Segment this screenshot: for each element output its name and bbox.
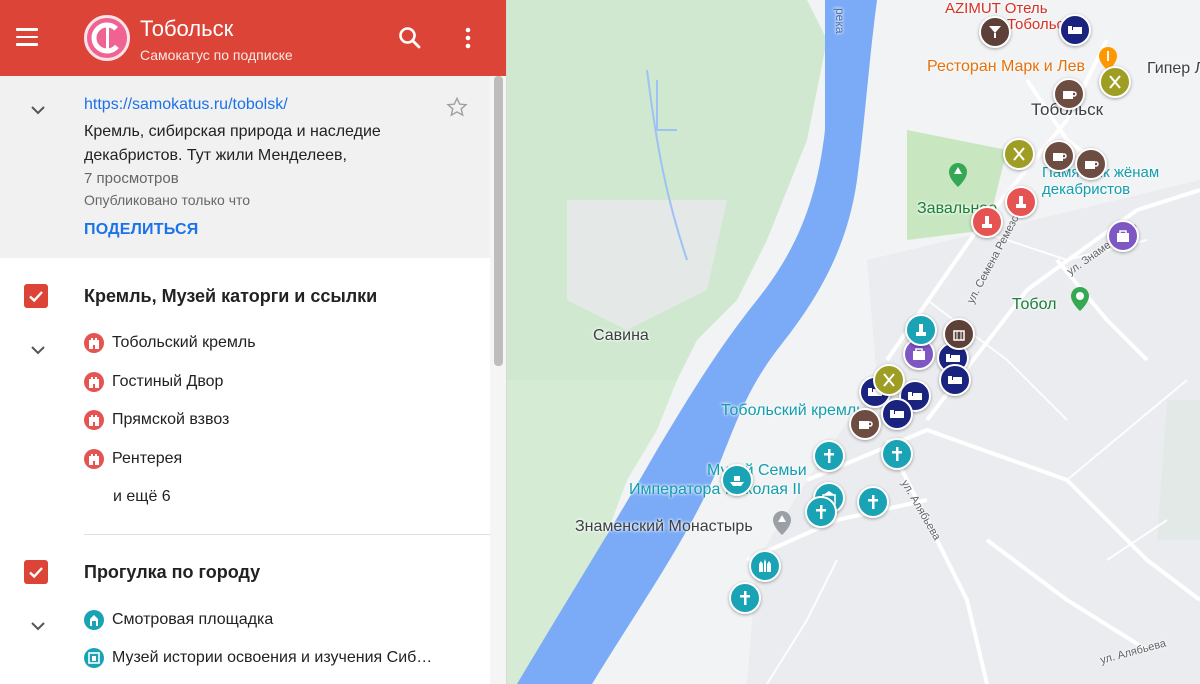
list-item[interactable]: Гостиный Двор — [84, 369, 464, 397]
layer-checkbox[interactable] — [24, 284, 48, 308]
layer-collapse-chevron-icon[interactable] — [28, 616, 48, 636]
layer-title[interactable]: Прогулка по городу — [84, 562, 260, 583]
share-button[interactable]: ПОДЕЛИТЬСЯ — [84, 221, 198, 239]
food-marker[interactable] — [1099, 66, 1131, 98]
list-item-label: Смотровая площадка — [112, 611, 274, 628]
river-label: река — [833, 8, 847, 34]
food-marker[interactable] — [873, 364, 905, 396]
kremlin-marker[interactable] — [749, 550, 781, 582]
list-item[interactable]: Смотровая площадка — [84, 607, 464, 635]
kremlin-label: Тобольский кремль — [721, 402, 865, 419]
map-title: Тобольск — [140, 16, 234, 41]
park-poi-icon[interactable] — [1067, 286, 1093, 312]
monastery-poi-icon[interactable] — [769, 510, 795, 536]
brand-logo — [84, 15, 130, 61]
viewpoint-icon — [84, 610, 104, 630]
list-item-label: Тобольский кремль — [112, 334, 256, 351]
layer-collapse-chevron-icon[interactable] — [28, 340, 48, 360]
map-url-link[interactable]: https://samokatus.ru/tobolsk/ — [84, 96, 288, 114]
fortress-icon — [84, 449, 104, 469]
fortress-icon — [84, 333, 104, 353]
list-item-label: Музей истории освоения и изучения Сиб… — [112, 649, 433, 666]
panel-content: https://samokatus.ru/tobolsk/ Кремль, си… — [0, 76, 490, 684]
published-status: Опубликовано только что — [84, 192, 251, 208]
monument-marker[interactable] — [1005, 186, 1037, 218]
boat-marker[interactable] — [721, 464, 753, 496]
cafe-marker[interactable] — [1053, 78, 1085, 110]
museum-icon — [84, 648, 104, 668]
bar-marker[interactable] — [979, 16, 1011, 48]
list-item-label: Гостиный Двор — [112, 373, 224, 390]
church-marker[interactable] — [857, 486, 889, 518]
hotel-label: AZIMUT Отель — [945, 0, 1048, 17]
monastery-label: Знаменский Монастырь — [575, 518, 753, 535]
park-tobol-label: Тобол — [1012, 296, 1057, 313]
list-item[interactable]: Рентерея — [84, 446, 464, 474]
park-poi-icon[interactable] — [945, 162, 971, 188]
list-item-label: Рентерея — [112, 450, 183, 467]
layer-checkbox[interactable] — [24, 560, 48, 584]
monument-marker[interactable] — [905, 314, 937, 346]
app-root: Тобольск Самокатус по подписке https://s… — [0, 0, 1200, 684]
fortress-icon — [84, 372, 104, 392]
church-marker[interactable] — [729, 582, 761, 614]
list-item[interactable]: Прямской взвоз — [84, 407, 464, 435]
village-label: Савина — [593, 327, 649, 344]
collapse-chevron-icon[interactable] — [28, 100, 48, 120]
hotel-marker[interactable] — [881, 398, 913, 430]
church-marker[interactable] — [805, 496, 837, 528]
church-marker[interactable] — [881, 438, 913, 470]
cafe-marker[interactable] — [849, 408, 881, 440]
monument-label-line2: декабристов — [1042, 181, 1131, 198]
app-header: Тобольск Самокатус по подписке — [0, 0, 506, 76]
more-options-icon[interactable] — [454, 24, 482, 52]
shop-marker[interactable] — [1107, 220, 1139, 252]
side-panel: Тобольск Самокатус по подписке https://s… — [0, 0, 507, 684]
hotel-marker[interactable] — [1059, 14, 1091, 46]
hotel-marker[interactable] — [939, 364, 971, 396]
map-subtitle: Самокатус по подписке — [140, 47, 293, 63]
layer-kremlin: Кремль, Музей каторги и ссылки Тобольски… — [0, 258, 490, 535]
scrollbar-thumb[interactable] — [494, 76, 503, 366]
star-icon[interactable] — [446, 96, 468, 118]
map-info-card: https://samokatus.ru/tobolsk/ Кремль, си… — [0, 76, 490, 258]
fortress-icon — [84, 410, 104, 430]
panel-scrollbar[interactable] — [490, 76, 506, 684]
map-description: Кремль, сибирская природа и наследие дек… — [84, 123, 381, 164]
food-marker[interactable] — [1003, 138, 1035, 170]
show-more-link[interactable]: и ещё 6 — [113, 488, 171, 506]
museum-label-line2: Императора Николая II — [629, 481, 802, 498]
cafe-marker[interactable] — [1043, 140, 1075, 172]
cafe-marker[interactable] — [1075, 148, 1107, 180]
view-count: 7 просмотров — [84, 170, 179, 187]
layer-city-walk: Прогулка по городу Смотровая площадка Му… — [0, 534, 490, 684]
museum-marker[interactable] — [943, 318, 975, 350]
monument-marker[interactable] — [971, 206, 1003, 238]
restaurant-label: Ресторан Марк и Лев — [927, 58, 1086, 75]
list-item-label: Прямской взвоз — [112, 411, 230, 428]
layer-title[interactable]: Кремль, Музей каторги и ссылки — [84, 286, 377, 307]
map-canvas[interactable]: река AZIMUT Отель Тобольск Ресторан Марк… — [507, 0, 1200, 684]
list-item[interactable]: Музей истории освоения и изучения Сиб… — [84, 645, 464, 673]
menu-icon[interactable] — [16, 28, 38, 46]
supermarket-label: Гипер Л — [1147, 60, 1200, 77]
list-item[interactable]: Тобольский кремль — [84, 330, 464, 358]
search-icon[interactable] — [396, 24, 424, 52]
church-marker[interactable] — [813, 440, 845, 472]
